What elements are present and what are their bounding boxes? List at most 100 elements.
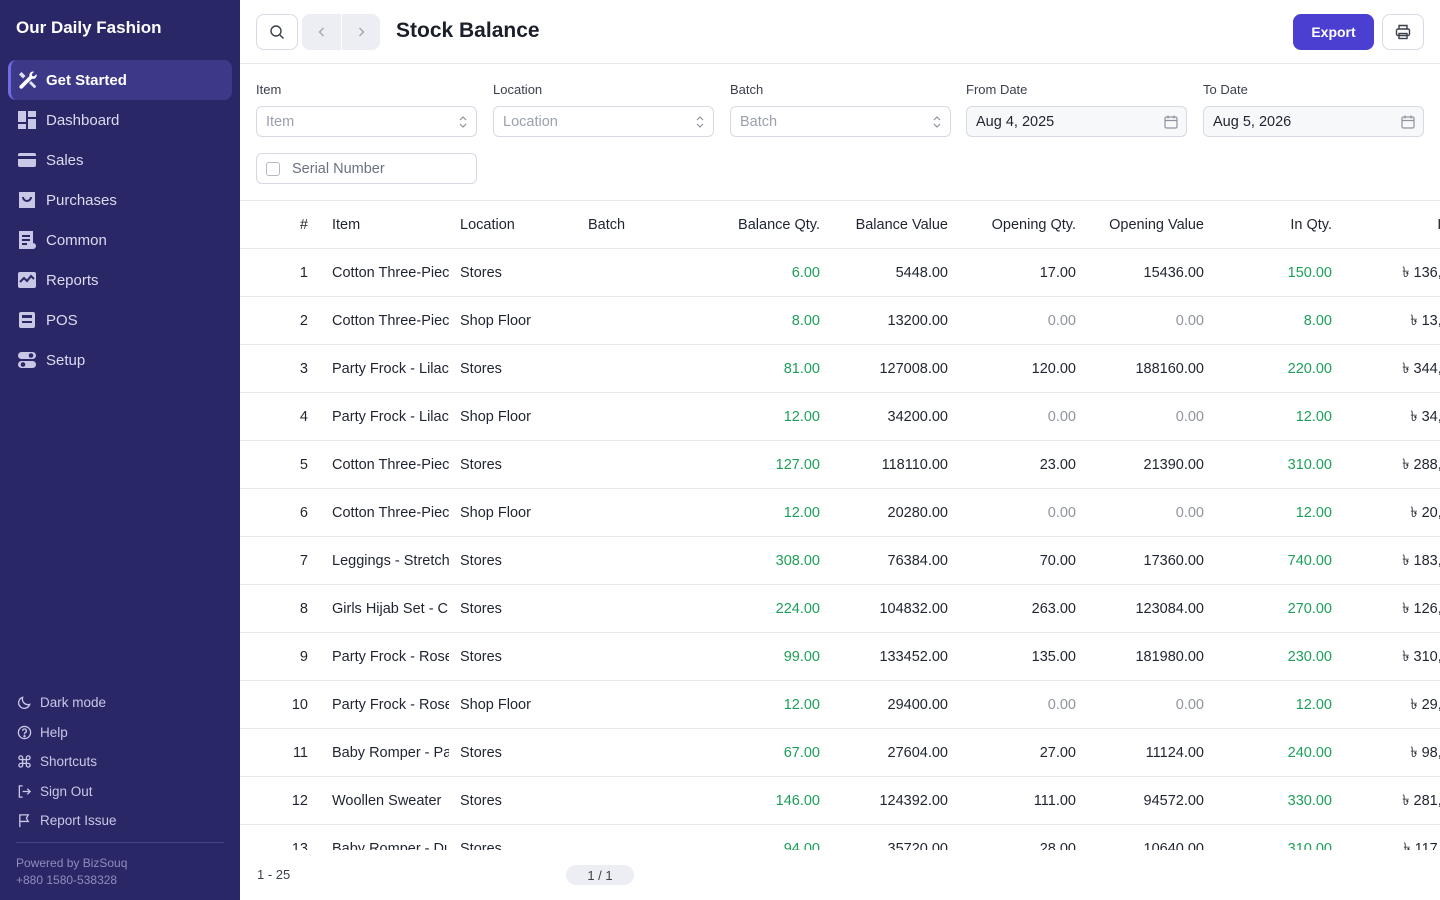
column-header[interactable]: Location (460, 201, 580, 249)
from-date-input[interactable]: Aug 4, 2025 (966, 106, 1187, 137)
cell-opening-qty: 135.00 (1031, 649, 1076, 665)
from-date-filter: From Date Aug 4, 2025 (966, 82, 1187, 137)
cell-in-qty: 12.00 (1295, 505, 1332, 521)
cell-in-value: ৳ 136,200. (1402, 265, 1440, 281)
cell-opening-value: 0.00 (1175, 409, 1204, 425)
cell-batch (588, 825, 688, 850)
cell-in-qty: 330.00 (1287, 793, 1332, 809)
sidebar-item-sales[interactable]: Sales (8, 140, 232, 180)
bottom-link-label: Sign Out (40, 783, 93, 799)
batch-filter-label: Batch (730, 82, 764, 97)
cell-balance-value: 34200.00 (887, 409, 948, 425)
batch-select[interactable]: Batch (730, 106, 951, 137)
column-header[interactable]: In Qty. (1212, 201, 1332, 249)
table-row[interactable]: 7 Leggings - Stretch Stores 308.00 76384.00 7… (240, 537, 1440, 585)
cell-item: Baby Romper - Pa (332, 745, 449, 761)
cell-opening-qty: 70.00 (1039, 553, 1076, 569)
cell-balance-value: 29400.00 (887, 697, 948, 713)
pagination-indicator[interactable]: 1 / 1 (566, 865, 634, 885)
to-date-value: Aug 5, 2026 (1213, 113, 1292, 130)
cell-opening-value: 10640.00 (1143, 841, 1204, 850)
powered-by: Powered by BizSouq +880 1580-538328 (16, 855, 127, 889)
main-content: Stock Balance Export Item Item Location … (240, 0, 1440, 900)
table-row[interactable]: 3 Party Frock - Lilac Stores 81.00 127008.00… (240, 345, 1440, 393)
calendar-icon (1164, 115, 1178, 129)
sidebar-item-purchases[interactable]: Purchases (8, 180, 232, 220)
cell-balance-value: 104832.00 (879, 601, 948, 617)
column-header[interactable]: Item (332, 201, 449, 249)
cell-item: Leggings - Stretch (332, 553, 449, 569)
sign-out-link[interactable]: Sign Out (16, 777, 224, 807)
table-row[interactable]: 11 Baby Romper - Pa Stores 67.00 27604.00 27.… (240, 729, 1440, 777)
table-row[interactable]: 13 Baby Romper - Du Stores 94.00 35720.00 28.… (240, 825, 1440, 850)
serial-number-filter[interactable]: Serial Number (256, 153, 477, 184)
sidebar-item-get-started[interactable]: Get Started (8, 60, 232, 100)
sidebar-item-reports[interactable]: Reports (8, 260, 232, 300)
history-nav (302, 14, 380, 50)
cell-item: Cotton Three-Piece (332, 505, 449, 521)
sidebar-item-common[interactable]: Common (8, 220, 232, 260)
pos-icon (16, 309, 38, 331)
search-button[interactable] (256, 14, 298, 50)
cell-balance-qty: 8.00 (791, 313, 820, 329)
calendar-icon (1401, 115, 1415, 129)
cell-in-qty: 230.00 (1287, 649, 1332, 665)
column-header[interactable]: In Va (1340, 201, 1440, 249)
sidebar-item-pos[interactable]: POS (8, 300, 232, 340)
table-row[interactable]: 12 Woollen Sweater Stores 146.00 124392.00 11… (240, 777, 1440, 825)
table-row[interactable]: 6 Cotton Three-Piece Shop Floor 12.00 20280.… (240, 489, 1440, 537)
column-header[interactable]: Balance Value (828, 201, 948, 249)
item-select-placeholder: Item (266, 113, 295, 130)
column-header[interactable]: Balance Qty. (700, 201, 820, 249)
flag-icon (16, 813, 32, 829)
page-title: Stock Balance (396, 19, 540, 42)
column-header[interactable]: # (256, 201, 308, 249)
cell-in-qty: 150.00 (1287, 265, 1332, 281)
table-row[interactable]: 2 Cotton Three-Piece Shop Floor 8.00 13200.0… (240, 297, 1440, 345)
cell-balance-qty: 12.00 (783, 505, 820, 521)
cell-in-qty: 12.00 (1295, 697, 1332, 713)
sidebar-item-label: Dashboard (46, 111, 120, 129)
column-header[interactable]: Opening Qty. (956, 201, 1076, 249)
help-link[interactable]: Help (16, 718, 224, 748)
cell-in-value: ৳ 183,520. (1402, 553, 1440, 569)
to-date-input[interactable]: Aug 5, 2026 (1203, 106, 1424, 137)
sidebar-item-label: Common (46, 231, 107, 249)
table-row[interactable]: 4 Party Frock - Lilac Shop Floor 12.00 34200… (240, 393, 1440, 441)
setup-icon (16, 349, 38, 371)
cell-num: 9 (299, 649, 308, 665)
report-issue-link[interactable]: Report Issue (16, 806, 224, 836)
serial-number-checkbox[interactable] (266, 161, 280, 176)
column-header[interactable]: Opening Value (1084, 201, 1204, 249)
dark-mode-toggle[interactable]: Dark mode (16, 688, 224, 718)
shortcuts-link[interactable]: Shortcuts (16, 747, 224, 777)
cell-in-value: ৳ 13,200. (1410, 313, 1440, 329)
location-select[interactable]: Location (493, 106, 714, 137)
cell-location: Stores (460, 457, 502, 473)
cell-num: 3 (299, 361, 308, 377)
cell-opening-value: 11124.00 (1145, 745, 1204, 761)
export-button[interactable]: Export (1293, 14, 1374, 50)
cell-in-value: ৳ 126,360. (1402, 601, 1440, 617)
sidebar-item-dashboard[interactable]: Dashboard (8, 100, 232, 140)
cell-batch (588, 585, 688, 633)
cell-opening-qty: 27.00 (1039, 745, 1076, 761)
cell-item: Party Frock - Lilac (332, 409, 449, 425)
column-header[interactable]: Batch (588, 201, 688, 249)
cell-in-qty: 310.00 (1287, 841, 1332, 850)
table-row[interactable]: 1 Cotton Three-Piece Stores 6.00 5448.00 17.0… (240, 249, 1440, 297)
table-row[interactable]: 5 Cotton Three-Piece Stores 127.00 118110.00… (240, 441, 1440, 489)
table-row[interactable]: 8 Girls Hijab Set - C Stores 224.00 104832.0… (240, 585, 1440, 633)
cell-opening-qty: 28.00 (1039, 841, 1076, 850)
item-select[interactable]: Item (256, 106, 477, 137)
bottom-link-label: Help (40, 724, 68, 740)
table-row[interactable]: 10 Party Frock - Rose Shop Floor 12.00 29400… (240, 681, 1440, 729)
cell-balance-value: 118110.00 (881, 457, 948, 473)
sidebar-item-setup[interactable]: Setup (8, 340, 232, 380)
chevron-left-icon (317, 27, 324, 37)
table-row[interactable]: 9 Party Frock - Rose Stores 99.00 133452.00 1… (240, 633, 1440, 681)
back-button[interactable] (302, 14, 341, 50)
cell-balance-qty: 127.00 (775, 457, 820, 473)
forward-button[interactable] (341, 14, 380, 50)
print-button[interactable] (1382, 14, 1424, 50)
